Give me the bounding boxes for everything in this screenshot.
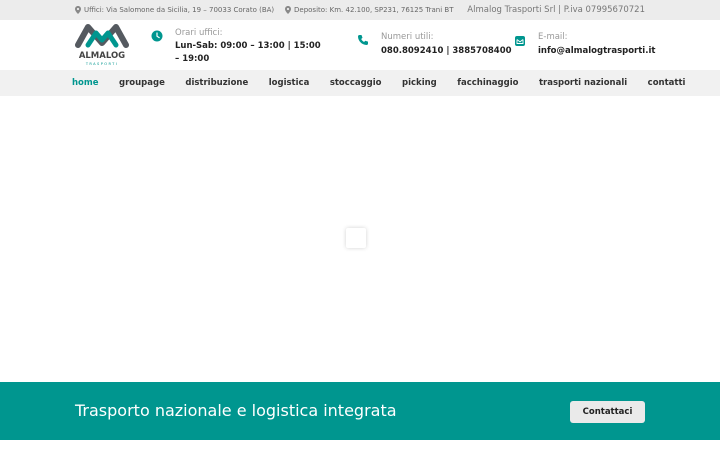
nav-item-home[interactable]: home	[72, 78, 99, 88]
company-info: Almalog Trasporti Srl | P.iva 0799567072…	[467, 5, 645, 15]
loading-spinner	[346, 228, 366, 248]
office-hours-value: Lun-Sab: 09:00 – 13:00 | 15:00 – 19:00	[175, 41, 321, 64]
email-label: E-mail:	[538, 32, 568, 42]
nav-item-logistica[interactable]: logistica	[269, 78, 310, 88]
clock-icon	[151, 30, 163, 42]
main-content	[0, 96, 720, 382]
phone-icon	[358, 35, 368, 45]
logo-tagline: TRASPORTI	[85, 62, 118, 66]
office-hours-label: Orari uffici:	[175, 28, 223, 38]
office-address-text: Uffici: Via Salomone da Sicilia, 19 – 70…	[84, 6, 275, 14]
top-info-bar: Uffici: Via Salomone da Sicilia, 19 – 70…	[0, 0, 720, 20]
nav-item-picking[interactable]: picking	[402, 78, 437, 88]
nav-item-facchinaggio[interactable]: facchinaggio	[457, 78, 518, 88]
site-header: ALMALOG TRASPORTI Orari uffici: Lun-Sab:…	[0, 20, 720, 70]
nav-item-trasporti-nazionali[interactable]: trasporti nazionali	[539, 78, 627, 88]
map-pin-icon	[285, 6, 291, 14]
footer-strip	[0, 440, 720, 450]
nav-item-groupage[interactable]: groupage	[119, 78, 165, 88]
depot-address: Deposito: Km. 42.100, SP231, 76125 Trani…	[285, 6, 454, 14]
cta-title: Trasporto nazionale e logistica integrat…	[75, 401, 397, 420]
map-pin-icon	[75, 6, 81, 14]
call-to-action-banner: Trasporto nazionale e logistica integrat…	[0, 382, 720, 440]
main-navigation: home groupage distribuzione logistica st…	[0, 70, 720, 96]
contact-button[interactable]: Contattaci	[570, 401, 645, 423]
almalog-logo[interactable]: ALMALOG TRASPORTI	[74, 23, 130, 69]
logo-wordmark: ALMALOG	[79, 51, 125, 61]
email-value[interactable]: info@almalogtrasporti.it	[538, 45, 655, 58]
nav-item-distribuzione[interactable]: distribuzione	[185, 78, 248, 88]
nav-item-stoccaggio[interactable]: stoccaggio	[330, 78, 382, 88]
depot-address-text: Deposito: Km. 42.100, SP231, 76125 Trani…	[294, 6, 454, 14]
office-address: Uffici: Via Salomone da Sicilia, 19 – 70…	[75, 6, 274, 14]
phone-numbers-label: Numeri utili:	[381, 32, 434, 42]
envelope-icon	[515, 36, 525, 46]
phone-numbers-value[interactable]: 080.8092410 | 3885708400	[381, 45, 512, 58]
nav-item-contatti[interactable]: contatti	[648, 78, 686, 88]
